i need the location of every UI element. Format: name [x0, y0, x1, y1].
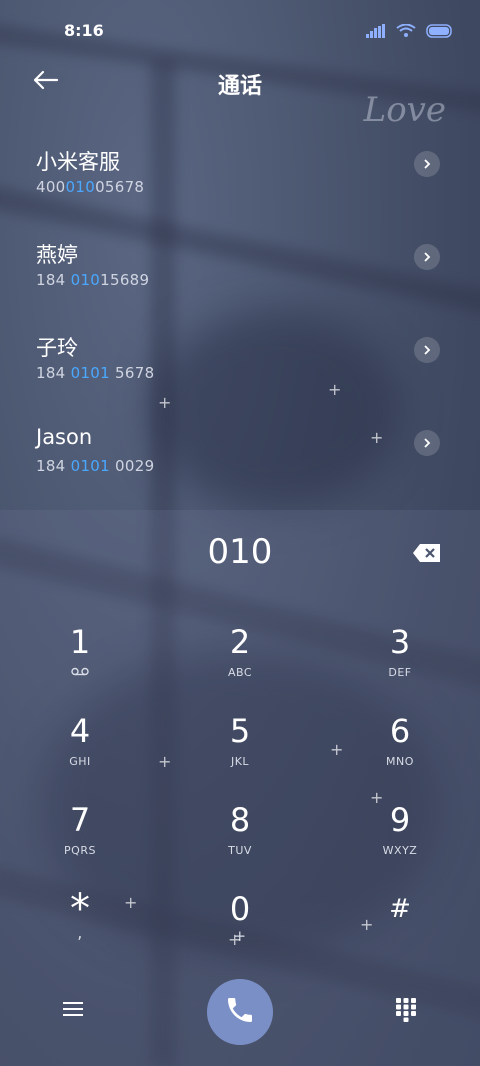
menu-button[interactable]	[58, 996, 88, 1026]
dial-key-star[interactable]: * ,	[20, 889, 140, 969]
dial-key-1[interactable]: 1	[20, 622, 140, 702]
key-digit: 3	[389, 623, 411, 661]
contact-item[interactable]: 小米客服 40001005678	[0, 138, 480, 218]
sparkle-decoration: +	[370, 428, 384, 447]
dial-key-6[interactable]: 6 MNO	[340, 711, 460, 791]
call-button[interactable]	[207, 979, 273, 1045]
contact-number: 184 0101 0029	[36, 457, 155, 475]
contact-name: 小米客服	[36, 150, 120, 174]
header: 通话 Love	[0, 62, 480, 130]
chevron-right-icon	[422, 248, 432, 267]
key-letters: TUV	[228, 844, 252, 857]
dial-key-9[interactable]: 9 WXYZ	[340, 800, 460, 880]
key-digit: 5	[229, 712, 251, 750]
key-digit: #	[389, 894, 411, 924]
status-bar: 8:16	[0, 0, 480, 62]
chevron-right-icon	[422, 434, 432, 453]
number-match-highlight: 0101	[70, 364, 110, 382]
battery-icon	[426, 23, 454, 42]
number-match-highlight: 010	[70, 271, 101, 289]
key-digit: 1	[69, 623, 91, 661]
key-digit: 2	[229, 623, 251, 661]
sparkle-decoration: +	[328, 380, 342, 399]
status-icons	[366, 23, 454, 42]
love-decoration: Love	[363, 90, 446, 130]
contact-name: 子玲	[36, 336, 78, 360]
chevron-right-icon	[422, 155, 432, 174]
contact-name: Jason	[36, 425, 93, 449]
contact-detail-button[interactable]	[414, 430, 440, 456]
dialpad-icon	[396, 998, 416, 1026]
dial-key-2[interactable]: 2 ABC	[180, 622, 300, 702]
backspace-icon	[412, 544, 442, 567]
key-letters: ,	[77, 923, 83, 942]
key-letters: GHI	[69, 755, 91, 768]
key-digit: 9	[389, 801, 411, 839]
dial-key-hash[interactable]: #	[340, 889, 460, 969]
sparkle-decoration: +	[370, 788, 384, 807]
key-letters: WXYZ	[382, 844, 418, 857]
sparkle-decoration: +	[330, 740, 344, 759]
wifi-icon	[396, 23, 416, 42]
contact-detail-button[interactable]	[414, 151, 440, 177]
sparkle-decoration: +	[228, 930, 242, 949]
contact-detail-button[interactable]	[414, 244, 440, 270]
dial-key-8[interactable]: 8 TUV	[180, 800, 300, 880]
contact-item[interactable]: 燕婷 184 01015689	[0, 231, 480, 311]
signal-icon	[366, 23, 386, 42]
dialed-number-display[interactable]: 010	[0, 532, 480, 572]
dial-key-5[interactable]: 5 JKL	[180, 711, 300, 791]
number-match-highlight: 0101	[70, 457, 110, 475]
key-letters: ABC	[227, 666, 253, 679]
key-digit: 8	[229, 801, 251, 839]
dialpad-toggle-button[interactable]	[390, 996, 422, 1028]
dial-key-4[interactable]: 4 GHI	[20, 711, 140, 791]
contact-item[interactable]: 子玲 184 0101 5678	[0, 324, 480, 404]
contact-item[interactable]: Jason 184 0101 0029	[0, 417, 480, 497]
sparkle-decoration: +	[158, 752, 172, 771]
backspace-button[interactable]	[412, 543, 442, 563]
chevron-right-icon	[422, 341, 432, 360]
dial-key-7[interactable]: 7 PQRS	[20, 800, 140, 880]
number-match-highlight: 010	[65, 178, 96, 196]
voicemail-icon	[20, 666, 140, 679]
contact-detail-button[interactable]	[414, 337, 440, 363]
key-letters: DEF	[388, 666, 412, 679]
dial-key-0[interactable]: 0 +	[180, 889, 300, 969]
contact-number: 184 0101 5678	[36, 364, 155, 382]
sparkle-decoration: +	[124, 893, 138, 912]
contact-number: 184 01015689	[36, 271, 150, 289]
dial-key-3[interactable]: 3 DEF	[340, 622, 460, 702]
status-time: 8:16	[64, 21, 104, 40]
contact-name: 燕婷	[36, 243, 78, 267]
menu-icon	[63, 1001, 83, 1021]
key-digit: 4	[69, 712, 91, 750]
sparkle-decoration: +	[360, 915, 374, 934]
sparkle-decoration: +	[158, 393, 172, 412]
key-digit: 0	[229, 890, 251, 928]
key-letters: PQRS	[64, 844, 96, 857]
key-digit: 7	[69, 801, 91, 839]
contact-number: 40001005678	[36, 178, 145, 196]
key-digit: 6	[389, 712, 411, 750]
phone-icon	[224, 994, 256, 1030]
key-letters: MNO	[386, 755, 414, 768]
key-letters: JKL	[230, 755, 250, 768]
